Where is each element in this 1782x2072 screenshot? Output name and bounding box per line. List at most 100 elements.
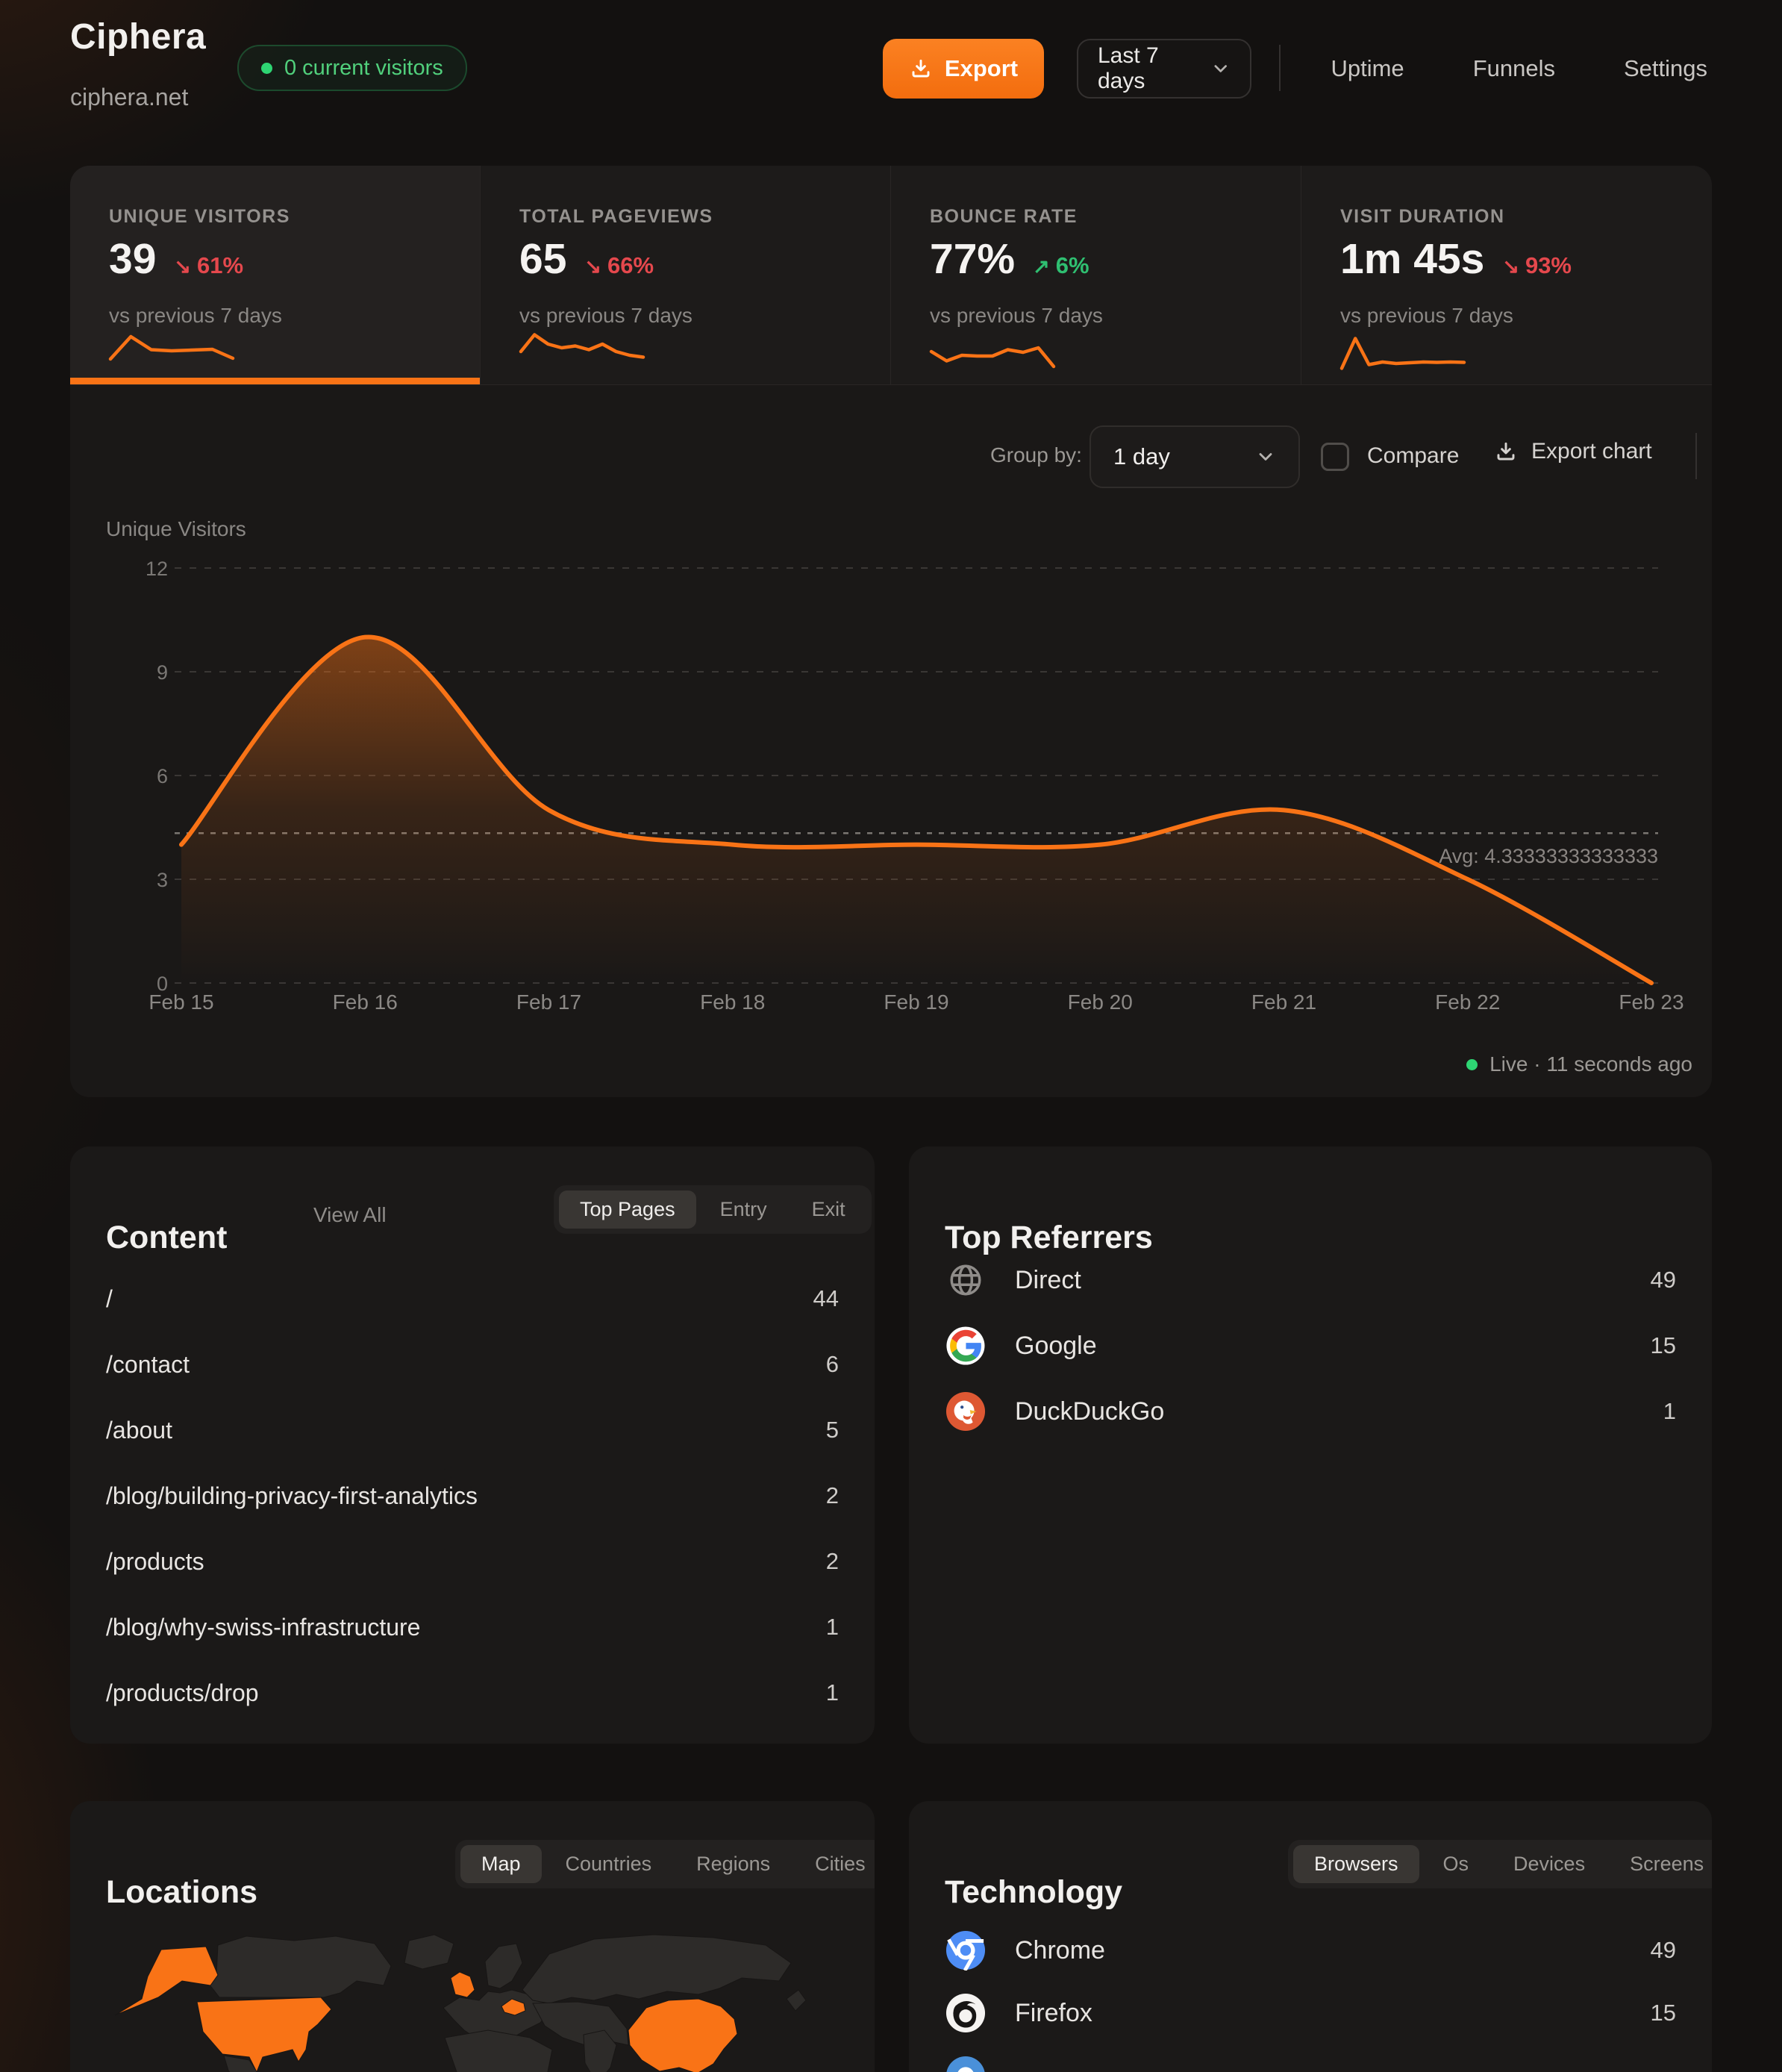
download-icon — [909, 57, 933, 81]
compare-checkbox[interactable] — [1321, 443, 1349, 471]
svg-text:6: 6 — [157, 765, 168, 787]
page-row[interactable]: /blog/why-swiss-infrastructure1 — [106, 1594, 839, 1660]
technology-tab-browsers[interactable]: Browsers — [1293, 1845, 1419, 1883]
map-mexico — [224, 2056, 272, 2072]
export-chart-button[interactable]: Export chart — [1494, 439, 1652, 464]
map-central-asia — [533, 2002, 628, 2045]
stat-card-total-pageviews[interactable]: TOTAL PAGEVIEWS65↘66%vs previous 7 days — [481, 166, 891, 384]
locations-tab-regions[interactable]: Regions — [675, 1845, 791, 1883]
trend-down-icon: ↘ — [174, 255, 191, 278]
stat-label: BOUNCE RATE — [930, 206, 1078, 228]
chevron-down-icon — [1255, 446, 1276, 467]
stat-card-visit-duration[interactable]: VISIT DURATION 1m 45s↘93% vs previous 7 da… — [1301, 166, 1712, 384]
stat-compare-label: vs previous 7 days — [109, 304, 282, 328]
browser-row-count: 15 — [1651, 2000, 1676, 2026]
dashboard-root: Ciphera 0 current visitors ciphera.net E… — [0, 0, 1782, 2072]
technology-panel: Technology BrowsersOsDevicesScreens Chro… — [909, 1801, 1712, 2072]
referrer-row[interactable]: Google15 — [945, 1313, 1676, 1379]
browser-row[interactable] — [945, 2044, 1676, 2072]
map-asia — [522, 1935, 791, 2003]
header-nav: Uptime Funnels Settings — [1331, 39, 1707, 99]
group-by-value: 1 day — [1113, 443, 1170, 470]
page-row[interactable]: /44 — [106, 1266, 839, 1332]
stat-value-row: 77%↗6% — [930, 234, 1089, 284]
nav-item-settings[interactable]: Settings — [1624, 55, 1707, 82]
content-tab-exit[interactable]: Exit — [791, 1191, 866, 1229]
visitors-area-chart[interactable]: Unique Visitors036912Avg: 4.333333333333… — [70, 515, 1712, 1037]
browser-icon — [945, 2055, 987, 2072]
svg-text:Unique Visitors: Unique Visitors — [106, 517, 246, 540]
chevron-down-icon — [1210, 58, 1231, 79]
stat-value-row: 1m 45s↘93% — [1340, 234, 1572, 284]
page-row[interactable]: /products/drop1 — [106, 1660, 839, 1726]
date-range-select[interactable]: Last 7 days — [1077, 39, 1251, 99]
technology-tabs: BrowsersOsDevicesScreens — [1288, 1840, 1712, 1888]
svg-text:Feb 16: Feb 16 — [333, 990, 398, 1014]
page-row[interactable]: /products2 — [106, 1529, 839, 1594]
technology-tab-screens[interactable]: Screens — [1609, 1845, 1712, 1883]
content-rows: /44/contact6/about5/blog/building-privac… — [106, 1266, 839, 1726]
page-row[interactable]: /about5 — [106, 1397, 839, 1463]
group-by-select[interactable]: 1 day — [1089, 425, 1300, 488]
technology-rows: Chrome49Firefox15 — [945, 1919, 1676, 2072]
page-path: /blog/why-swiss-infrastructure — [106, 1614, 420, 1641]
stat-value-row: 39↘61% — [109, 234, 243, 284]
globe-icon — [945, 1259, 987, 1301]
map-scandinavia — [485, 1944, 522, 1988]
trend-up-icon: ↗ — [1033, 255, 1050, 278]
map-canada — [209, 1936, 391, 1997]
page-count: 6 — [826, 1351, 839, 1378]
technology-title: Technology — [945, 1874, 1122, 1911]
locations-tab-map[interactable]: Map — [460, 1845, 542, 1883]
map-africa — [445, 2030, 552, 2072]
locations-tab-cities[interactable]: Cities — [794, 1845, 875, 1883]
stat-card-unique-visitors[interactable]: UNIQUE VISITORS39↘61%vs previous 7 days — [70, 166, 481, 384]
world-map — [70, 1906, 875, 2072]
map-uk-highlight — [451, 1972, 475, 1997]
nav-item-uptime[interactable]: Uptime — [1331, 55, 1404, 82]
locations-tab-countries[interactable]: Countries — [545, 1845, 673, 1883]
content-title: Content — [106, 1220, 227, 1256]
stat-compare-label: vs previous 7 days — [1340, 304, 1513, 328]
stat-value: 65 — [519, 234, 566, 284]
svg-text:Feb 17: Feb 17 — [516, 990, 581, 1014]
firefox-icon — [945, 1992, 987, 2034]
svg-text:Feb 21: Feb 21 — [1251, 990, 1316, 1014]
referrer-row[interactable]: DuckDuckGo1 — [945, 1379, 1676, 1444]
content-panel: Content View All Top PagesEntryExit /44/… — [70, 1146, 875, 1744]
analytics-panel: UNIQUE VISITORS39↘61%vs previous 7 daysT… — [70, 166, 1712, 1097]
page-count: 44 — [813, 1285, 839, 1312]
controls-divider — [1695, 433, 1697, 479]
technology-tab-devices[interactable]: Devices — [1492, 1845, 1606, 1883]
chart-controls: Group by: 1 day Compare Export chart — [70, 425, 1712, 488]
page-row[interactable]: /blog/building-privacy-first-analytics2 — [106, 1463, 839, 1529]
page-path: /products — [106, 1548, 204, 1576]
page-count: 5 — [826, 1417, 839, 1444]
stat-delta: ↗ 6% — [1033, 252, 1089, 279]
sparkline — [927, 328, 1058, 375]
locations-panel: Locations MapCountriesRegionsCities — [70, 1801, 875, 2072]
browser-row[interactable]: Chrome49 — [945, 1919, 1676, 1982]
stat-label: VISIT DURATION — [1340, 206, 1505, 228]
svg-text:3: 3 — [157, 869, 168, 891]
stat-delta: ↘61% — [174, 252, 243, 279]
locations-tabs: MapCountriesRegionsCities — [455, 1840, 875, 1888]
nav-item-funnels[interactable]: Funnels — [1473, 55, 1555, 82]
stat-card-bounce-rate[interactable]: BOUNCE RATE77%↗6%vs previous 7 days — [891, 166, 1301, 384]
referrer-row-count: 49 — [1651, 1267, 1676, 1294]
export-button[interactable]: Export — [883, 39, 1044, 99]
page-row[interactable]: /contact6 — [106, 1332, 839, 1397]
content-tab-entry[interactable]: Entry — [699, 1191, 788, 1229]
stats-row: UNIQUE VISITORS39↘61%vs previous 7 daysT… — [70, 166, 1712, 385]
svg-text:Feb 15: Feb 15 — [148, 990, 213, 1014]
technology-tab-os[interactable]: Os — [1422, 1845, 1490, 1883]
browser-row[interactable]: Firefox15 — [945, 1982, 1676, 2044]
current-visitors-badge[interactable]: 0 current visitors — [237, 45, 467, 91]
content-tab-top-pages[interactable]: Top Pages — [559, 1191, 696, 1229]
browser-row-name: Firefox — [1015, 1999, 1651, 2028]
svg-text:Feb 23: Feb 23 — [1619, 990, 1683, 1014]
view-all-link[interactable]: View All — [313, 1203, 387, 1227]
referrer-row-count: 1 — [1663, 1398, 1676, 1425]
referrer-row[interactable]: Direct49 — [945, 1247, 1676, 1313]
stat-delta-value: 6% — [1056, 252, 1089, 279]
